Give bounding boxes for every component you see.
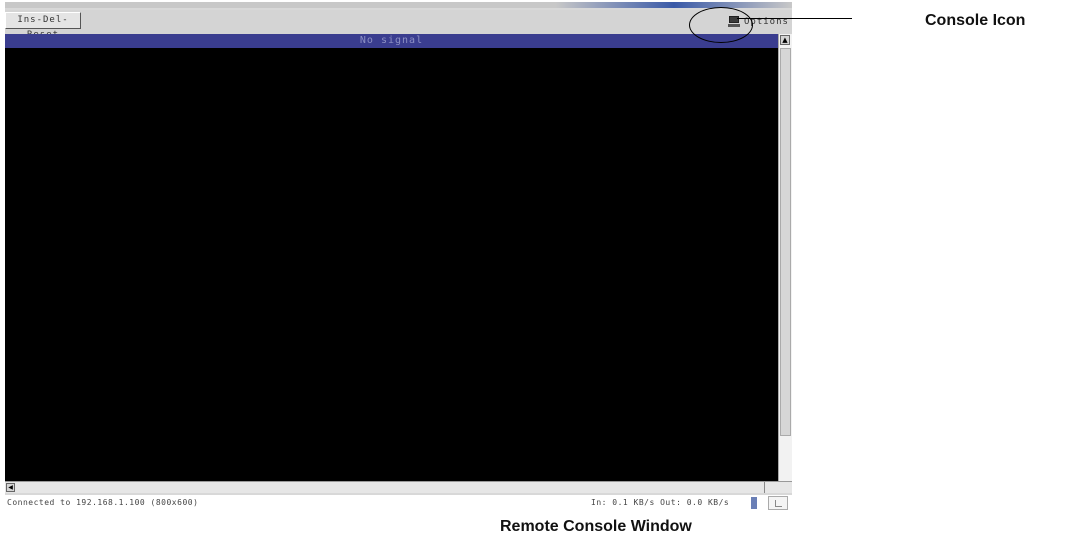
status-bar: Connected to 192.168.1.100 (800x600) In:…	[5, 495, 792, 512]
resize-grip-icon[interactable]	[768, 496, 788, 510]
window-top-edge	[5, 2, 792, 8]
callout-leader-line	[737, 18, 852, 19]
remote-screen[interactable]	[5, 48, 778, 481]
console-icon-highlight	[689, 7, 753, 43]
traffic-status: In: 0.1 KB/s Out: 0.0 KB/s	[591, 498, 730, 507]
remote-console-window: Ins-Del-Reset Options No signal ▲ ◀ Conn…	[5, 2, 792, 512]
scroll-left-arrow-icon[interactable]: ◀	[6, 483, 15, 492]
console-title-bar: No signal	[5, 34, 778, 48]
figure-caption: Remote Console Window	[500, 518, 692, 535]
connection-status: Connected to 192.168.1.100 (800x600)	[7, 498, 199, 507]
no-signal-text: No signal	[359, 35, 424, 46]
horizontal-scrollbar[interactable]: ◀	[5, 481, 792, 493]
toolbar: Ins-Del-Reset Options	[5, 10, 792, 40]
vertical-scrollbar[interactable]: ▲	[778, 34, 792, 481]
scroll-up-arrow-icon[interactable]: ▲	[780, 35, 790, 45]
connection-indicator-icon	[751, 497, 757, 509]
ctrl-alt-del-button[interactable]: Ins-Del-Reset	[5, 12, 81, 40]
console-icon-callout-label: Console Icon	[925, 12, 1026, 29]
scrollbar-separator	[764, 482, 765, 493]
vertical-scroll-thumb[interactable]	[780, 48, 791, 436]
